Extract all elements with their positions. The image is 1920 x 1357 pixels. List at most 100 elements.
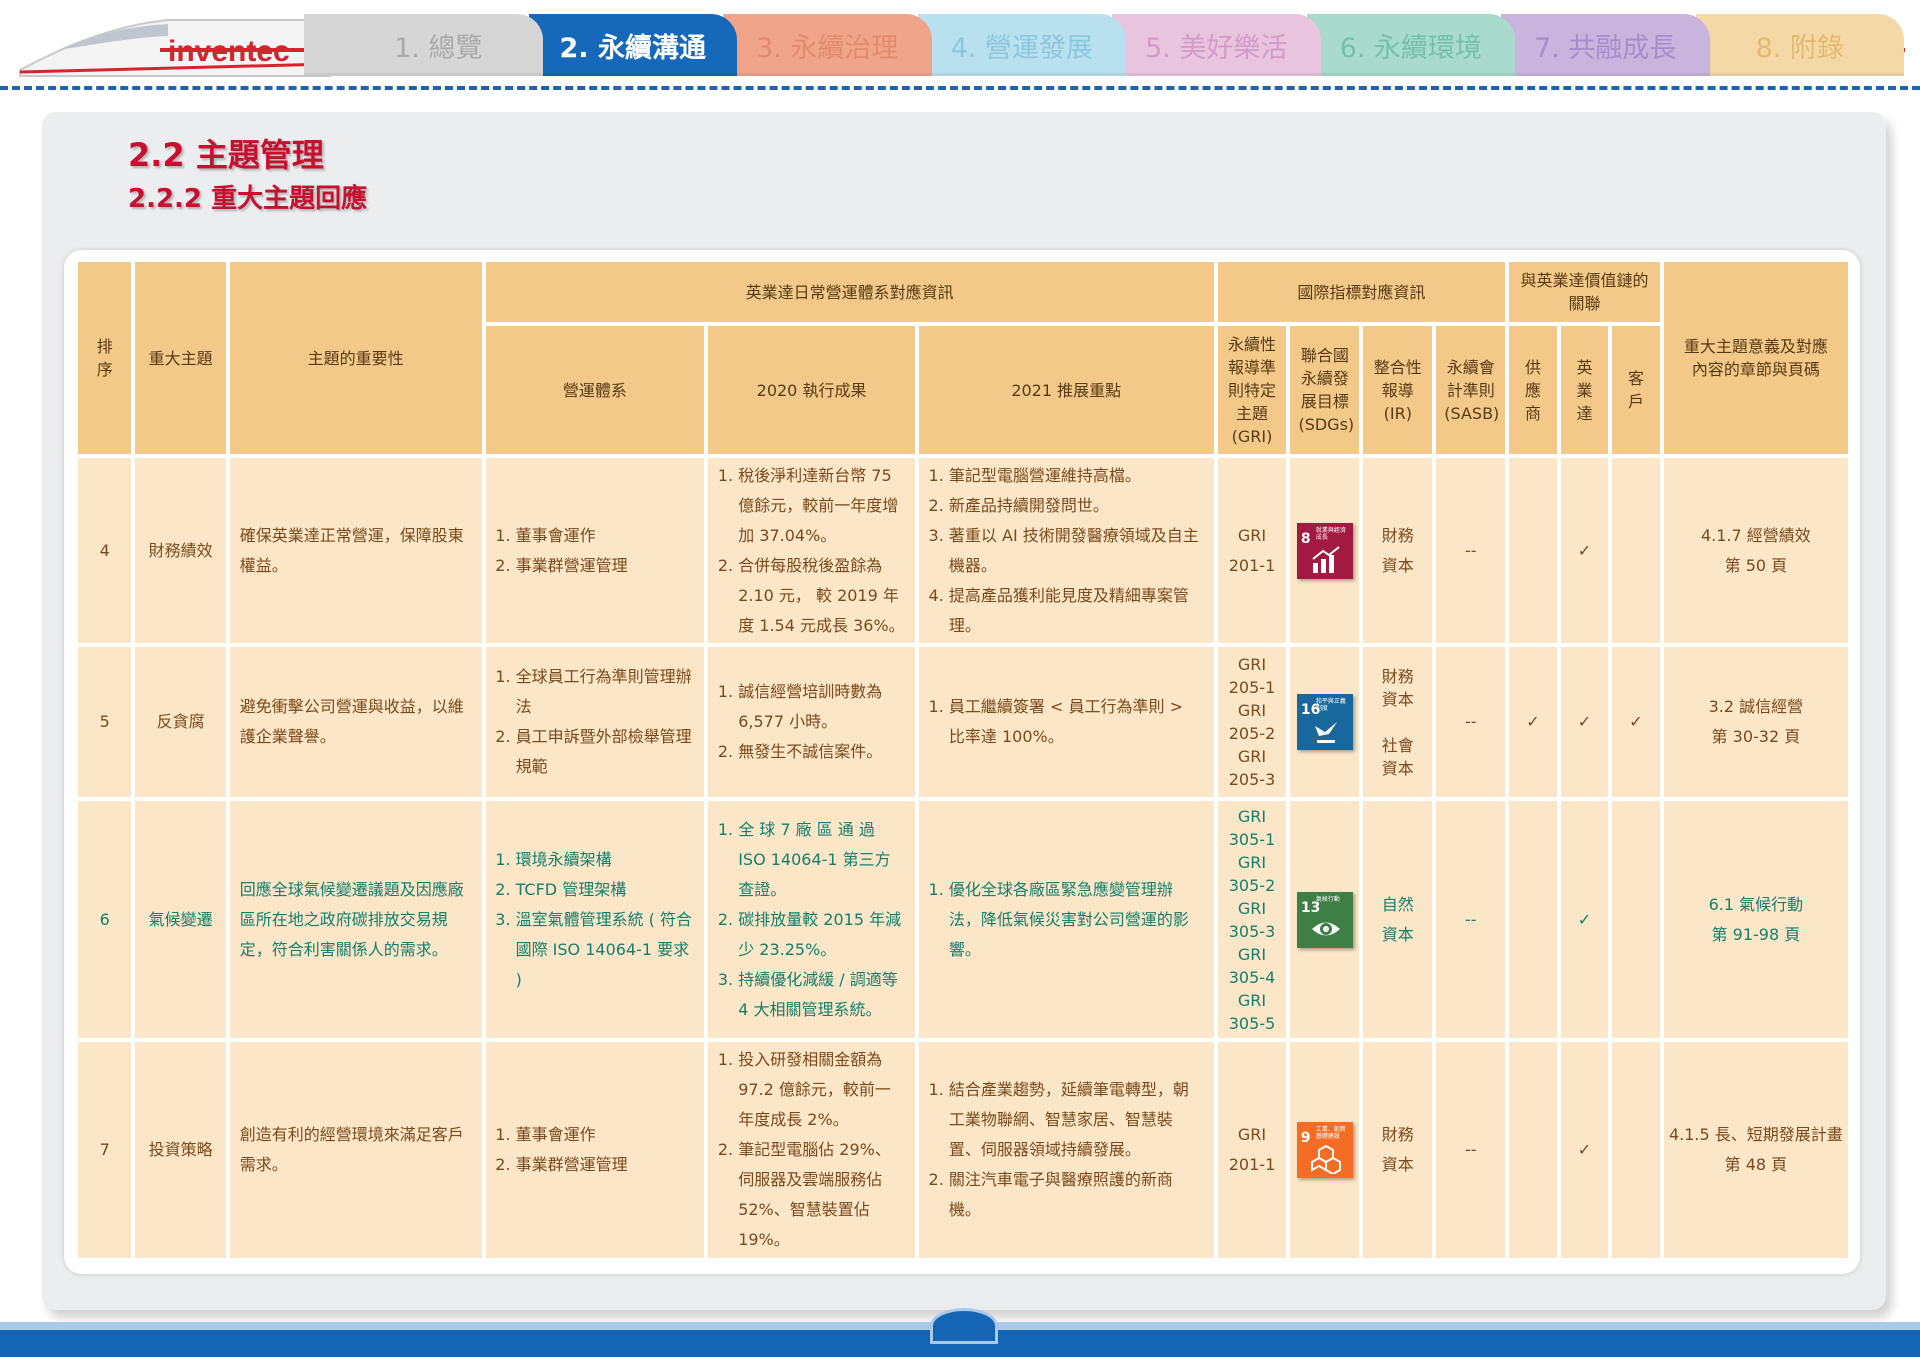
- line: GRI: [1237, 944, 1267, 964]
- list-item: 董事會運作: [516, 521, 695, 551]
- list-item: TCFD 管理架構: [516, 875, 695, 905]
- cell-focus2021: 優化全球各廠區緊急應變管理辦法，降低氣候災害對公司營運的影響。: [918, 801, 1214, 1038]
- cell-system-list: 董事會運作事業群營運管理: [496, 1120, 695, 1180]
- sdg-13-icon: 13 氣候行動: [1296, 891, 1353, 948]
- cell-result2020-list: 全 球 7 廠 區 通 過 ISO 14064-1 第三方查證。碳排放量較 20…: [718, 815, 905, 1025]
- cell-system: 環境永續架構TCFD 管理架構溫室氣體管理系統 ( 符合國際 ISO 14064…: [485, 801, 705, 1038]
- line: 資本: [1381, 1154, 1414, 1174]
- tab-chapter-1[interactable]: 1. 總覽: [304, 14, 543, 76]
- cell-sasb: --: [1436, 458, 1506, 644]
- list-item: 著重以 AI 技術開發醫療領域及自主機器。: [949, 521, 1204, 581]
- line: GRI: [1237, 655, 1267, 675]
- cell-gri: GRI 201-1: [1217, 1041, 1287, 1258]
- list-item: 筆記型電腦營運維持高檔。: [949, 461, 1204, 491]
- header-group-intl: 國際指標對應資訊: [1217, 262, 1506, 322]
- section-title: 2.2 主題管理: [128, 136, 324, 174]
- tab-label: 1. 總覽: [394, 32, 483, 64]
- line: 305-3: [1228, 921, 1276, 941]
- cell-customer-check: [1612, 801, 1660, 1038]
- cell-inventec-check: ✓: [1560, 1041, 1609, 1258]
- list-item: 持續優化減緩 / 調適等 4 大相關管理系統。: [738, 965, 905, 1025]
- cell-sdg: 16 和平與正義制度: [1290, 647, 1360, 798]
- cell-inventec-check: ✓: [1560, 801, 1609, 1038]
- train-logo-icon: inventec: [19, 19, 331, 77]
- material-topics-table: 排序 重大主題 主題的重要性 英業達日常營運體系對應資訊 國際指標對應資訊 與英…: [74, 258, 1852, 1262]
- line: 第 30-32 頁: [1711, 727, 1801, 747]
- list-item: 碳排放量較 2015 年減少 23.25%。: [738, 905, 905, 965]
- line: GRI: [1237, 1124, 1267, 1144]
- line: 305-5: [1228, 1013, 1276, 1033]
- tab-chapter-8[interactable]: 8. 附錄: [1695, 14, 1904, 76]
- list-item: 新產品持續開發問世。: [949, 491, 1204, 521]
- header-chapter: 重大主題意義及對應內容的章節與頁碼: [1663, 262, 1848, 454]
- line: 305-4: [1228, 967, 1276, 987]
- list-item: 提高產品獲利能見度及精細專案管理。: [949, 581, 1204, 641]
- cell-ir: 財務 資本: [1363, 458, 1433, 644]
- cell-topic: 反貪腐: [135, 647, 226, 798]
- line: 第 48 頁: [1724, 1154, 1788, 1174]
- line: GRI: [1237, 525, 1267, 545]
- line: GRI: [1237, 747, 1267, 767]
- cell-focus2021: 員工繼續簽署 < 員工行為準則 > 比率達 100%。: [918, 647, 1214, 798]
- cell-sasb: --: [1436, 1041, 1506, 1258]
- tab-label: 6. 永續環境: [1339, 32, 1482, 64]
- sdg-label: 氣候行動: [1315, 895, 1340, 903]
- line: [1365, 711, 1430, 734]
- sdg-label: 工業、創新基礎建設: [1315, 1125, 1346, 1140]
- line: 305-1: [1228, 829, 1276, 849]
- header-gri: 永續性報導準則特定主題 (GRI): [1217, 326, 1287, 454]
- header-result2020: 2020 執行成果: [708, 326, 915, 454]
- line: 自然: [1381, 894, 1414, 914]
- cell-sdg: 8 就業與經濟成長: [1290, 458, 1360, 644]
- list-item: 員工繼續簽署 < 員工行為準則 > 比率達 100%。: [949, 692, 1204, 752]
- line: 財務: [1381, 1124, 1414, 1144]
- sdg-label: 和平與正義制度: [1315, 698, 1346, 713]
- cell-sdg: 9 工業、創新基礎建設: [1290, 1041, 1360, 1258]
- cell-topic: 財務績效: [135, 458, 226, 644]
- tab-label: 3. 永續治理: [756, 32, 899, 64]
- cell-system-list: 董事會運作事業群營運管理: [496, 521, 695, 581]
- list-item: 合併每股稅後盈餘為 2.10 元， 較 2019 年 度 1.54 元成長 36…: [738, 551, 905, 641]
- sdg-9-icon: 9 工業、創新基礎建設: [1296, 1121, 1353, 1178]
- cell-sdg: 13 氣候行動: [1290, 801, 1360, 1038]
- list-item: 稅後淨利達新台幣 75 億餘元，較前一年度增加 37.04%。: [738, 461, 905, 551]
- cell-result2020: 稅後淨利達新台幣 75 億餘元，較前一年度增加 37.04%。合併每股稅後盈餘為…: [708, 458, 915, 644]
- tab-chapter-7[interactable]: 7. 共融成長: [1501, 14, 1710, 76]
- cell-chapter: 6.1 氣候行動第 91-98 頁: [1663, 801, 1848, 1038]
- tab-chapter-4[interactable]: 4. 營運發展: [917, 14, 1126, 76]
- list-item: 投入研發相關金額為 97.2 億餘元，較前一年度成長 2%。: [738, 1045, 905, 1135]
- line: GRI: [1237, 806, 1267, 826]
- cell-system: 董事會運作事業群營運管理: [485, 1041, 705, 1258]
- header-sdgs: 聯合國永續發展目標 (SDGs): [1290, 326, 1360, 454]
- page-tab: [930, 1308, 998, 1344]
- cell-result2020-list: 投入研發相關金額為 97.2 億餘元，較前一年度成長 2%。筆記型電腦佔 29%…: [718, 1045, 905, 1255]
- tab-chapter-2[interactable]: 2. 永續溝通: [528, 14, 737, 76]
- list-item: 事業群營運管理: [516, 551, 695, 581]
- cell-customer-check: [1612, 1041, 1660, 1258]
- list-item: 環境永續架構: [516, 845, 695, 875]
- cell-ir: 財務 資本: [1363, 1041, 1433, 1258]
- cell-rank: 4: [78, 458, 132, 644]
- tab-chapter-6[interactable]: 6. 永續環境: [1306, 14, 1515, 76]
- cell-system: 董事會運作事業群營運管理: [485, 458, 705, 644]
- sdg-8-icon: 8 就業與經濟成長: [1296, 522, 1353, 579]
- top-nav: 1. 總覽 2. 永續溝通 3. 永續治理 4. 營運發展 5. 美好樂活 6. 永續環境…: [0, 0, 1920, 92]
- header-group-inventec: 英業達日常營運體系對應資訊: [485, 262, 1214, 322]
- table-row: 6 氣候變遷 回應全球氣候變遷議題及因應廠區所在地之政府碳排放交易規定，符合利害關係…: [78, 801, 1848, 1038]
- cell-importance: 回應全球氣候變遷議題及因應廠區所在地之政府碳排放交易規定，符合利害關係人的需求。: [229, 801, 482, 1038]
- tab-chapter-3[interactable]: 3. 永續治理: [723, 14, 932, 76]
- line: 資本: [1381, 924, 1414, 944]
- header-rank: 排序: [78, 262, 132, 454]
- line: 資本: [1381, 555, 1414, 575]
- list-item: 關注汽車電子與醫療照護的新商機。: [949, 1165, 1204, 1225]
- tab-chapter-5[interactable]: 5. 美好樂活: [1112, 14, 1321, 76]
- cell-supplier-check: [1509, 458, 1557, 644]
- list-item: 優化全球各廠區緊急應變管理辦法，降低氣候災害對公司營運的影響。: [949, 875, 1204, 965]
- cell-inventec-check: ✓: [1560, 458, 1609, 644]
- cell-rank: 5: [78, 647, 132, 798]
- cell-result2020: 全 球 7 廠 區 通 過 ISO 14064-1 第三方查證。碳排放量較 20…: [708, 801, 915, 1038]
- line: 第 50 頁: [1724, 555, 1788, 575]
- blue-dashed-divider: [0, 86, 1920, 90]
- list-item: 全球員工行為準則管理辦法: [516, 662, 695, 722]
- cell-chapter: 4.1.5 長、短期發展計畫第 48 頁: [1663, 1041, 1848, 1258]
